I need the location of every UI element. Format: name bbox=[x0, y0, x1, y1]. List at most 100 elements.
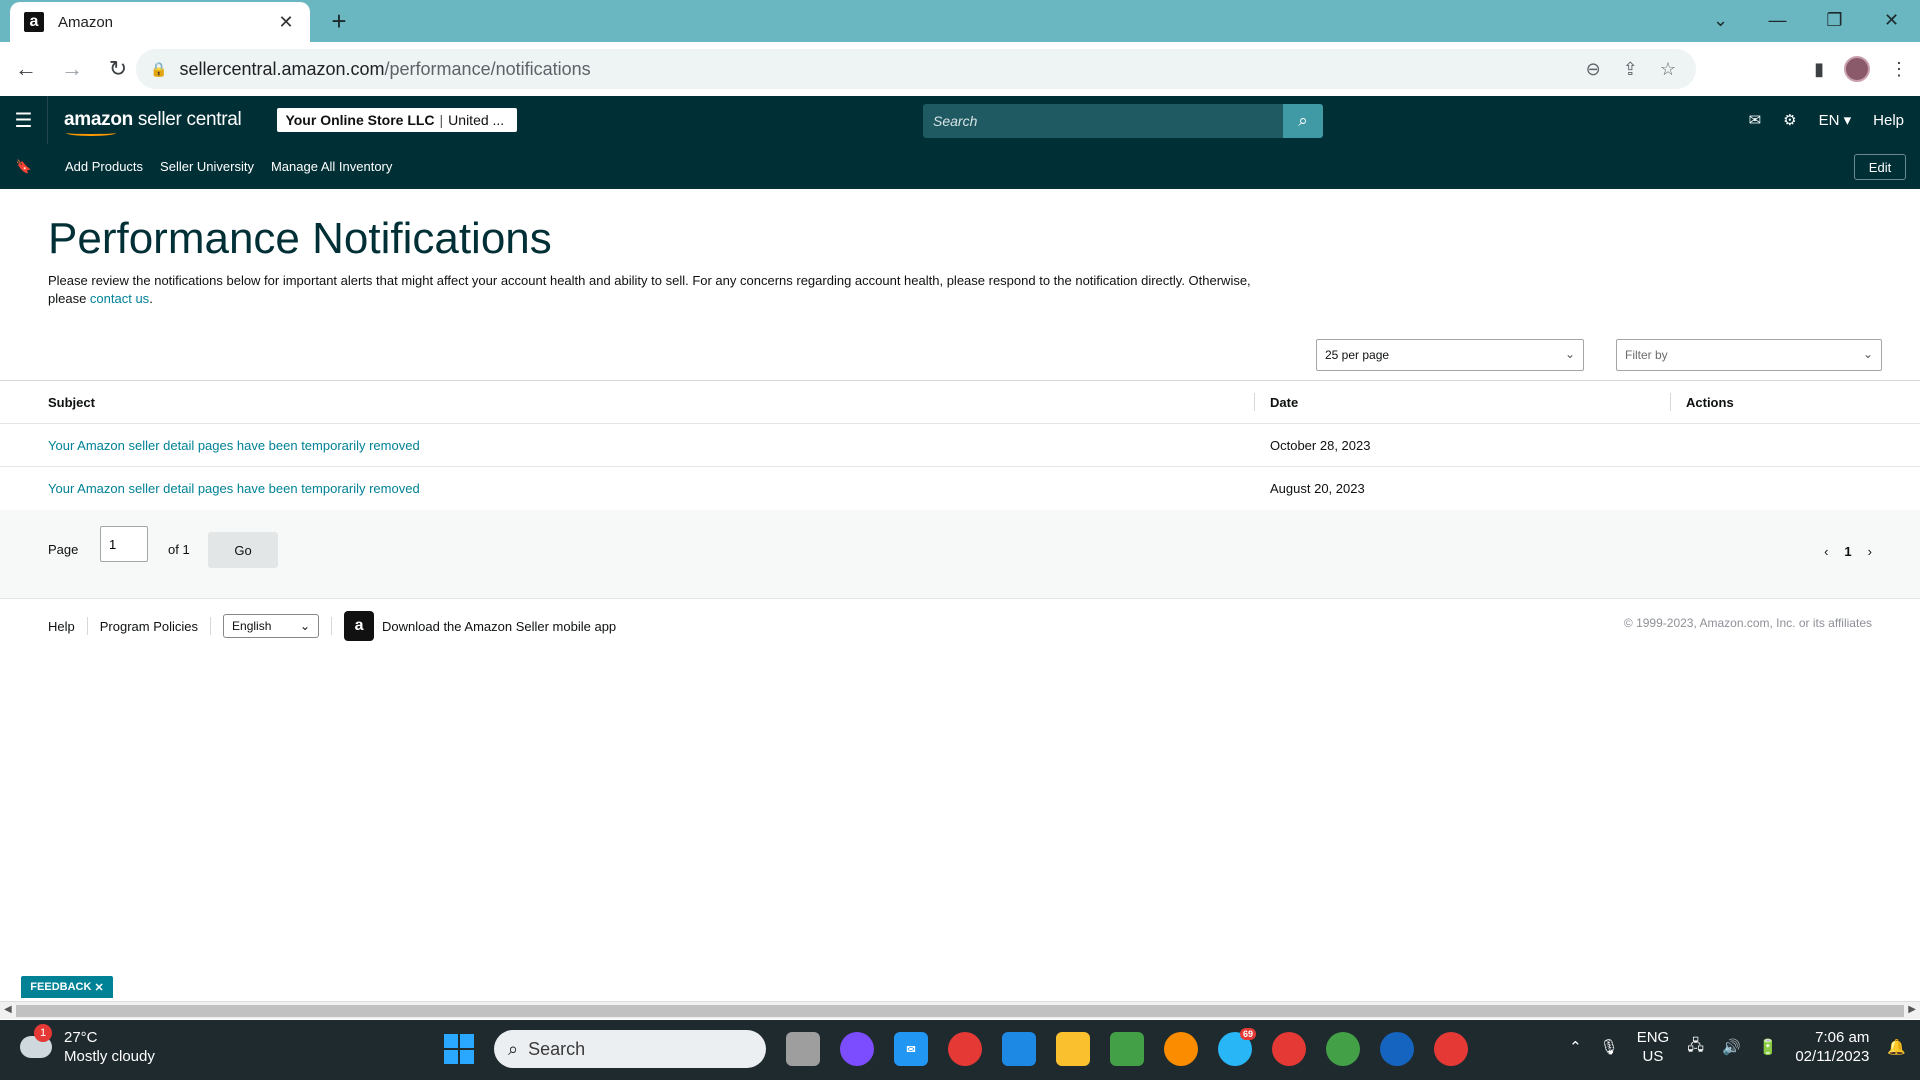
header-subject[interactable]: Subject bbox=[48, 395, 95, 410]
close-icon[interactable]: ✕ bbox=[94, 981, 103, 994]
table-row: Your Amazon seller detail pages have bee… bbox=[0, 467, 1920, 510]
address-bar-icons: ⊖ ⇪ ☆ bbox=[1586, 49, 1676, 89]
language-selector[interactable]: EN ▾ bbox=[1819, 111, 1852, 129]
feedback-button[interactable]: FEEDBACK ✕ bbox=[21, 976, 113, 998]
chrome-icon[interactable] bbox=[948, 1032, 982, 1066]
subnav-add-products[interactable]: Add Products bbox=[65, 159, 143, 174]
scrollbar-thumb[interactable] bbox=[16, 1005, 1904, 1017]
bookmark-icon[interactable]: 🔖 bbox=[0, 159, 48, 175]
chrome-active-icon[interactable] bbox=[1434, 1032, 1468, 1066]
scroll-right-icon[interactable]: ▶ bbox=[1908, 1004, 1916, 1015]
go-button[interactable]: Go bbox=[208, 532, 278, 568]
weather-widget[interactable]: 1 27°C Mostly cloudy bbox=[20, 1024, 155, 1066]
edit-button[interactable]: Edit bbox=[1854, 154, 1906, 180]
copyright-text: © 1999-2023, Amazon.com, Inc. or its aff… bbox=[1623, 616, 1872, 630]
chevron-left-icon[interactable]: ‹ bbox=[1824, 544, 1828, 559]
zoom-icon[interactable]: ⊖ bbox=[1586, 59, 1601, 80]
per-page-select[interactable]: 25 per page ⌄ bbox=[1316, 339, 1584, 371]
mail-app-icon[interactable]: ✉ bbox=[894, 1032, 928, 1066]
table-header-row: Subject Date Actions bbox=[0, 381, 1920, 424]
chevron-right-icon[interactable]: › bbox=[1868, 544, 1872, 559]
microphone-icon[interactable]: 🎙 bbox=[1600, 1038, 1619, 1056]
network-icon[interactable]: 🖧 bbox=[1687, 1035, 1704, 1060]
chrome-profile-icon[interactable] bbox=[1272, 1032, 1306, 1066]
close-window-icon[interactable]: ✕ bbox=[1863, 0, 1920, 40]
notepad-icon[interactable] bbox=[1002, 1032, 1036, 1066]
settings-gear-icon[interactable]: ⚙ bbox=[1783, 111, 1796, 129]
pagination-bar: Page of 1 Go ‹ 1 › bbox=[0, 510, 1920, 599]
page-number-input[interactable] bbox=[100, 526, 148, 562]
notifications-table: Subject Date Actions Your Amazon seller … bbox=[0, 380, 1920, 511]
search-icon[interactable]: ⌕ bbox=[1283, 104, 1323, 138]
help-link[interactable]: Help bbox=[1873, 112, 1904, 129]
back-icon[interactable]: ← bbox=[6, 49, 46, 89]
window-controls: ⌄ — ❐ ✕ bbox=[1692, 0, 1920, 42]
notification-date: October 28, 2023 bbox=[1270, 437, 1371, 453]
minimize-icon[interactable]: — bbox=[1749, 0, 1806, 40]
input-language[interactable]: ENG US bbox=[1637, 1028, 1670, 1066]
taskbar-search[interactable]: ⌕ Search bbox=[494, 1030, 766, 1068]
seller-central-logo[interactable]: amazon seller central bbox=[64, 109, 242, 136]
contact-us-link[interactable]: contact us bbox=[90, 291, 149, 306]
share-icon[interactable]: ⇪ bbox=[1623, 59, 1638, 80]
weather-badge: 1 bbox=[34, 1024, 52, 1042]
hamburger-menu-icon[interactable]: ☰ bbox=[0, 96, 48, 144]
menu-kebab-icon[interactable]: ⋮ bbox=[1890, 59, 1908, 80]
windows-start-icon[interactable] bbox=[444, 1034, 474, 1064]
seller-search: Search ⌕ bbox=[923, 104, 1323, 138]
address-bar[interactable]: 🔒 sellercentral.amazon.com/performance/n… bbox=[136, 49, 1696, 89]
file-explorer-icon[interactable] bbox=[1056, 1032, 1090, 1066]
browser-tab-strip: a Amazon ✕ + ⌄ — ❐ ✕ bbox=[0, 0, 1920, 42]
clock[interactable]: 7:06 am 02/11/2023 bbox=[1795, 1028, 1869, 1066]
chevron-down-icon: ⌄ bbox=[1564, 347, 1575, 361]
meet-icon[interactable] bbox=[1110, 1032, 1144, 1066]
header-date[interactable]: Date bbox=[1270, 395, 1298, 410]
download-app-link[interactable]: Download the Amazon Seller mobile app bbox=[382, 619, 616, 634]
chevron-up-icon[interactable]: ⌃ bbox=[1569, 1038, 1582, 1056]
search-icon: ⌕ bbox=[508, 1038, 519, 1059]
zoom-icon[interactable] bbox=[1380, 1032, 1414, 1066]
store-selector[interactable]: Your Online Store LLC | United ... bbox=[277, 108, 518, 132]
footer-language-select[interactable]: English ⌄ bbox=[223, 614, 320, 638]
forward-icon[interactable]: → bbox=[52, 49, 92, 89]
reload-icon[interactable]: ↻ bbox=[98, 49, 138, 89]
mail-icon[interactable]: ✉ bbox=[1749, 111, 1762, 129]
notification-subject-link[interactable]: Your Amazon seller detail pages have bee… bbox=[48, 438, 420, 453]
notification-subject-link[interactable]: Your Amazon seller detail pages have bee… bbox=[48, 481, 420, 496]
page-count-label: of 1 bbox=[168, 542, 190, 557]
page-footer: Help Program Policies English ⌄ a Downloa… bbox=[0, 600, 1920, 652]
close-tab-icon[interactable]: ✕ bbox=[276, 12, 296, 33]
side-panel-icon[interactable]: ▮ bbox=[1814, 59, 1824, 80]
seller-search-input[interactable]: Search bbox=[923, 104, 1283, 138]
seller-subnav: 🔖 Add Products Seller University Manage … bbox=[0, 144, 1920, 189]
chrome-profile-icon[interactable] bbox=[1164, 1032, 1198, 1066]
bookmark-star-icon[interactable]: ☆ bbox=[1660, 59, 1676, 80]
battery-icon[interactable]: 🔋 bbox=[1759, 1038, 1778, 1056]
notifications-icon[interactable]: 🔔 bbox=[1887, 1038, 1906, 1056]
url-text: sellercentral.amazon.com/performance/not… bbox=[179, 58, 591, 79]
restore-icon[interactable]: ❐ bbox=[1806, 0, 1863, 40]
lock-icon[interactable]: 🔒 bbox=[150, 61, 167, 78]
tab-title: Amazon bbox=[58, 13, 114, 31]
chrome-profile-icon[interactable] bbox=[1326, 1032, 1360, 1066]
tab-search-chevron-icon[interactable]: ⌄ bbox=[1692, 0, 1749, 40]
profile-avatar[interactable] bbox=[1844, 56, 1870, 82]
subnav-seller-university[interactable]: Seller University bbox=[160, 159, 254, 174]
task-view-icon[interactable] bbox=[786, 1032, 820, 1066]
volume-icon[interactable]: 🔊 bbox=[1722, 1038, 1741, 1056]
horizontal-scrollbar[interactable]: ◀ ▶ bbox=[0, 1001, 1920, 1019]
header-right: ✉ ⚙ EN ▾ Help bbox=[1749, 96, 1904, 144]
filter-select[interactable]: Filter by ⌄ bbox=[1616, 339, 1882, 371]
amazon-app-icon[interactable]: a bbox=[344, 611, 375, 641]
weather-temp: 27°C bbox=[64, 1029, 98, 1046]
browser-tab[interactable]: a Amazon ✕ bbox=[10, 2, 310, 42]
scroll-left-icon[interactable]: ◀ bbox=[4, 1004, 12, 1015]
table-row: Your Amazon seller detail pages have bee… bbox=[0, 424, 1920, 467]
new-tab-icon[interactable]: + bbox=[324, 6, 354, 37]
messenger-icon[interactable] bbox=[840, 1032, 874, 1066]
telegram-icon[interactable]: 69 bbox=[1218, 1028, 1256, 1066]
footer-policies-link[interactable]: Program Policies bbox=[100, 619, 198, 634]
footer-help-link[interactable]: Help bbox=[48, 619, 75, 634]
subnav-manage-inventory[interactable]: Manage All Inventory bbox=[271, 159, 392, 174]
current-page[interactable]: 1 bbox=[1844, 544, 1851, 559]
